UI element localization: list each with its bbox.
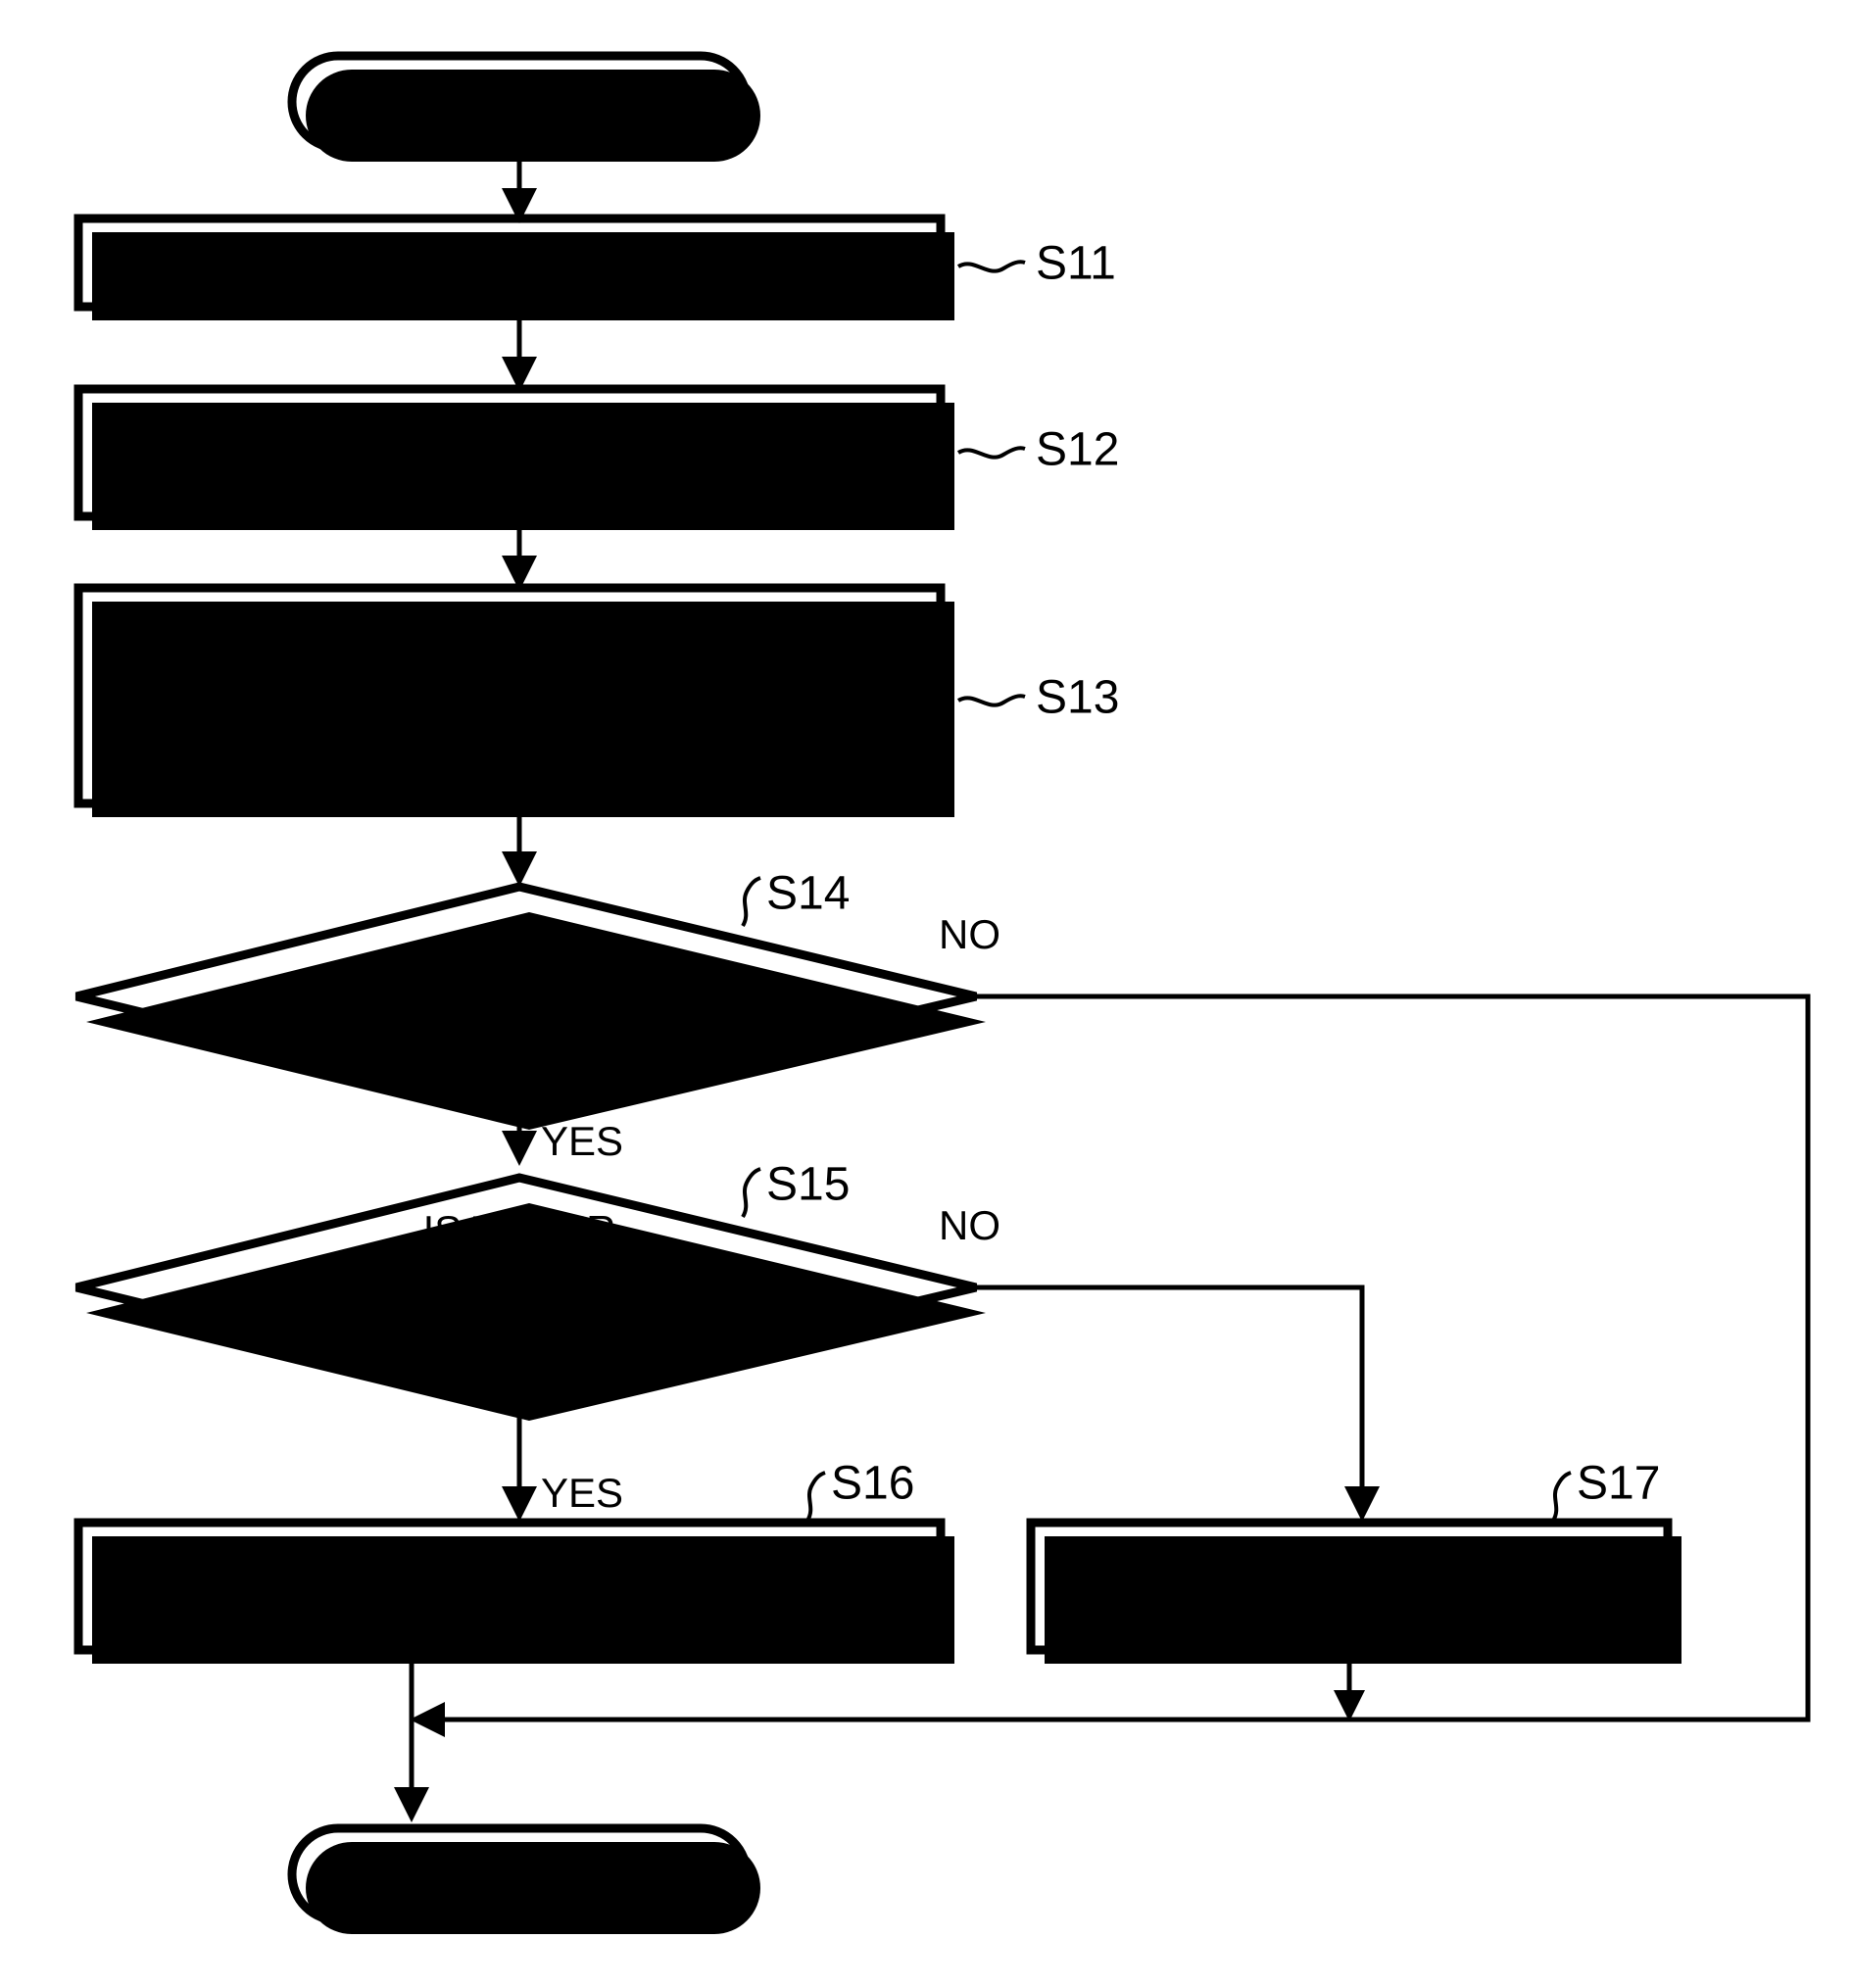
s16-step-label: S16: [831, 1458, 914, 1510]
s13-label-line3: AND DATA AREA FOR: [301, 705, 718, 752]
s14-label-line1: HAS: [477, 916, 561, 962]
s17-step-label: S17: [1577, 1458, 1660, 1510]
s17-label-line2: NORMAL-MODE IMAGE: [1121, 1584, 1579, 1630]
flowchart-canvas: START RECEIVE FILE S11 INTERPRET HEADER …: [0, 0, 1852, 1988]
s15-leader-line: [741, 1167, 761, 1219]
arrowhead-icon: [410, 1702, 445, 1737]
node-s11: RECEIVE FILE S11: [73, 214, 1116, 320]
s15-label-line1: IS TONER: [423, 1207, 616, 1253]
s12-label-line1: INTERPRET HEADER: [302, 402, 717, 448]
s15-no-label: NO: [939, 1202, 1000, 1248]
s13-label-line1: IDENTIFY DATA AREA FOR: [251, 604, 767, 650]
edge-s15-to-s16: YES: [502, 1395, 623, 1522]
s14-no-label: NO: [939, 911, 1000, 957]
s17-label-line1: PRINT: [1288, 1535, 1411, 1581]
node-s15: IS TONER SAVE-MODE IMAGE REQUESTED? S15: [74, 1159, 986, 1421]
s12-label-line2: INFORMATION: [367, 451, 653, 497]
start-label: START: [454, 76, 585, 122]
s16-label-line2: SAVE-MODE IMAGE: [316, 1584, 704, 1630]
end-label: END: [476, 1849, 563, 1895]
edge-s13-to-s14: [502, 817, 537, 887]
s15-label-line2: SAVE-MODE IMAGE: [325, 1256, 713, 1302]
arrowhead-icon: [1334, 1690, 1365, 1721]
edge-s16-to-end: [394, 1664, 429, 1822]
s15-step-label: S15: [766, 1159, 850, 1211]
arrowhead-icon: [1344, 1486, 1380, 1522]
s11-leader-line: [956, 260, 1026, 273]
s14-step-label: S14: [766, 868, 850, 920]
s15-yes-label: YES: [541, 1470, 623, 1516]
node-s14: HAS PRINT REQUEST BEEN RECEIVED? S14: [74, 868, 986, 1130]
s13-leader-line: [956, 694, 1026, 707]
edge-s15-no: NO: [939, 1202, 1380, 1522]
s14-label-line3: RECEIVED?: [403, 1014, 636, 1060]
s14-yes-label: YES: [541, 1118, 623, 1164]
s16-leader-line: [805, 1471, 826, 1523]
arrowhead-icon: [394, 1787, 429, 1822]
arrowhead-icon: [502, 1131, 537, 1166]
s11-step-label: S11: [1036, 238, 1116, 290]
node-s13: IDENTIFY DATA AREA FOR NORMAL-MODE IMAGE…: [73, 583, 1119, 817]
s13-label-line2: NORMAL-MODE IMAGE: [281, 655, 739, 701]
s15-label-line3: REQUESTED?: [380, 1305, 659, 1351]
s14-leader-line: [741, 876, 761, 928]
node-end: END: [287, 1823, 760, 1934]
s16-label-line1: PRINT TONER: [371, 1535, 648, 1581]
s11-label: RECEIVE FILE: [370, 238, 650, 284]
s12-leader-line: [956, 446, 1026, 460]
flowchart-svg: START RECEIVE FILE S11 INTERPRET HEADER …: [73, 51, 1811, 1934]
edge-line: [976, 1285, 1365, 1497]
s13-step-label: S13: [1036, 672, 1119, 724]
s13-label-line4: TONER SAVE-MODE IMAGE: [238, 756, 781, 802]
node-s12: INTERPRET HEADER INFORMATION S12: [73, 384, 1119, 530]
arrowhead-icon: [502, 851, 537, 887]
arrowhead-icon: [502, 1486, 537, 1522]
edge-s11-to-s12: [502, 320, 537, 392]
s14-label-line2: PRINT REQUEST BEEN: [291, 965, 747, 1011]
s17-leader-line: [1551, 1471, 1572, 1523]
s12-step-label: S12: [1036, 424, 1119, 476]
edge-s17-to-merge: [1334, 1664, 1365, 1721]
edge-s12-to-s13: [502, 530, 537, 591]
node-start: START: [287, 51, 760, 162]
